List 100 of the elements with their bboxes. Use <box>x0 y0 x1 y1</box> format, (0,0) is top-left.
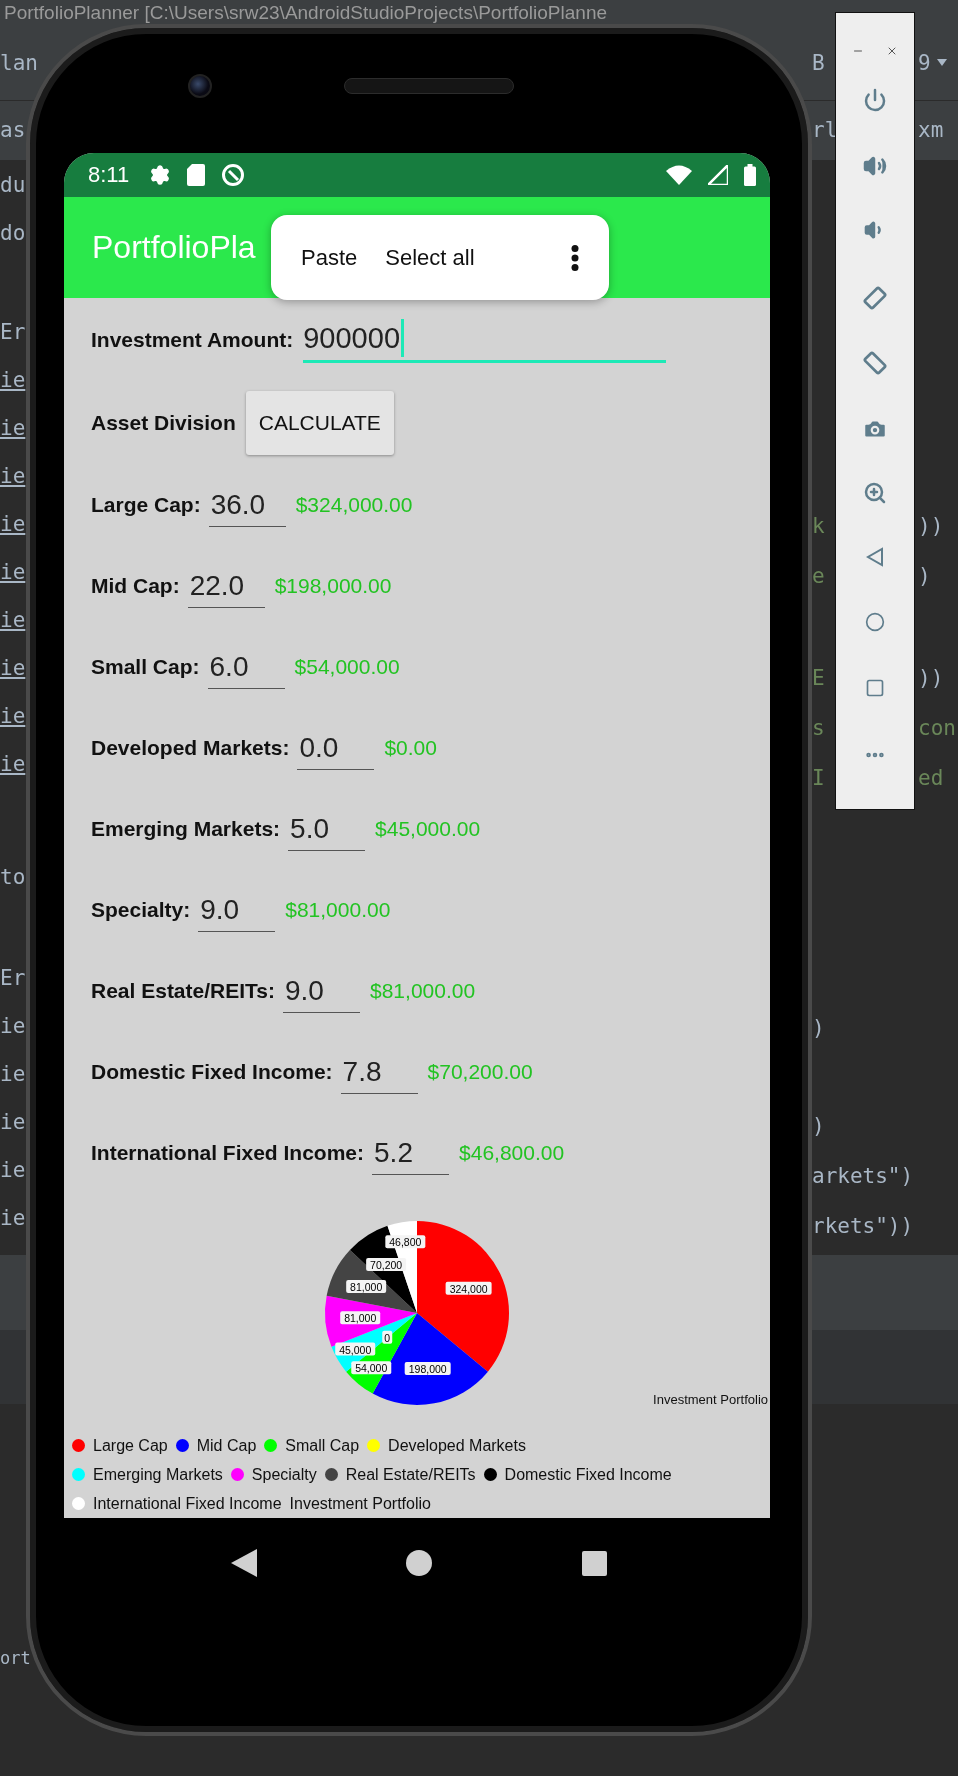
asset-label: Domestic Fixed Income: <box>91 1060 333 1085</box>
legend-label: Small Cap <box>285 1436 360 1455</box>
camera-lens <box>188 73 212 98</box>
code-fragment: k <box>812 513 825 538</box>
asset-amount: $54,000.00 <box>294 655 400 680</box>
code-fragment: e <box>812 563 825 588</box>
code-fragment: ed <box>918 767 944 789</box>
code-fragment: ie <box>0 369 26 391</box>
code-fragment: ie <box>0 753 26 775</box>
code-fragment: ie <box>0 705 26 727</box>
asset-amount: $45,000.00 <box>375 817 481 842</box>
percent-field[interactable]: 36.0 <box>208 483 286 528</box>
data-label: 70,200 <box>366 1258 407 1272</box>
code-fragment: ie <box>0 417 26 439</box>
asset-amount: $324,000.00 <box>295 493 413 518</box>
home-icon[interactable] <box>865 612 885 633</box>
percent-field[interactable]: 9.0 <box>198 888 276 933</box>
power-icon[interactable] <box>863 88 887 113</box>
code-fragment: ie <box>0 609 26 631</box>
legend-label: Emerging Markets <box>93 1465 223 1484</box>
code-fragment: ie <box>0 1015 26 1037</box>
code-fragment: arkets") <box>812 1165 914 1187</box>
asset-amount: $198,000.00 <box>274 574 392 599</box>
toolbar-text: B <box>812 50 825 75</box>
code-fragment: rkets")) <box>812 1215 914 1237</box>
wifi-icon <box>666 164 692 185</box>
app-title: PortfolioPla <box>92 228 256 266</box>
data-label: 81,000 <box>346 1280 387 1294</box>
asset-label: Emerging Markets: <box>91 817 281 842</box>
legend-label: Developed Markets <box>388 1436 526 1455</box>
code-fragment: ) <box>918 565 931 587</box>
legend-label: Real Estate/REITs <box>345 1465 476 1484</box>
menu-item[interactable]: Paste <box>291 236 368 279</box>
tab-label: as <box>0 118 26 142</box>
back-icon[interactable] <box>866 546 884 567</box>
legend-caption: Investment Portfolio <box>289 1494 431 1513</box>
data-label: 81,000 <box>340 1311 381 1325</box>
field-label: Investment Amount: <box>91 327 294 352</box>
signal-icon <box>708 164 728 185</box>
percent-field[interactable]: 5.2 <box>372 1131 450 1176</box>
dropdown-caret-icon <box>936 59 947 67</box>
zoom-icon[interactable] <box>863 481 887 506</box>
legend-label: International Fixed Income <box>93 1494 282 1513</box>
percent-field[interactable]: 6.0 <box>207 645 285 690</box>
percent-field[interactable]: 5.0 <box>288 807 366 852</box>
data-label: 0 <box>382 1330 393 1344</box>
section-label: Asset Division <box>91 411 236 436</box>
percent-field[interactable]: 7.8 <box>340 1050 418 1095</box>
code-fragment: ie <box>0 561 26 583</box>
toolbar-text: 9 <box>918 52 931 74</box>
code-fragment: ie <box>0 1159 26 1181</box>
overview-icon[interactable] <box>865 677 885 698</box>
asset-label: Small Cap: <box>91 655 200 680</box>
code-fragment: Er <box>0 967 26 989</box>
legend-label: Large Cap <box>93 1436 168 1455</box>
code-fragment: s <box>812 715 825 740</box>
asset-label: Large Cap: <box>91 493 201 518</box>
asset-label: International Fixed Income: <box>91 1141 365 1166</box>
calculate-button[interactable]: CALCULATE <box>245 391 394 456</box>
tab-label: xm <box>918 120 944 141</box>
recents-button[interactable] <box>582 1550 608 1576</box>
data-label: 54,000 <box>351 1361 392 1375</box>
percent-field[interactable]: 22.0 <box>187 564 265 609</box>
asset-label: Specialty: <box>91 898 191 923</box>
clock: 8:11 <box>88 161 130 188</box>
text-cursor <box>401 319 404 358</box>
home-button[interactable] <box>406 1550 433 1576</box>
asset-amount: $70,200.00 <box>427 1060 533 1085</box>
gear-icon <box>149 163 172 186</box>
data-label: 46,800 <box>385 1235 426 1249</box>
code-fragment: ort <box>0 1648 31 1668</box>
asset-label: Real Estate/REITs: <box>91 979 275 1004</box>
more-options-icon[interactable] <box>571 244 579 271</box>
code-fragment: ) <box>812 1017 825 1039</box>
code-fragment: ) <box>812 1115 825 1137</box>
legend-label: Specialty <box>251 1465 317 1484</box>
code-fragment: )) <box>918 667 944 689</box>
code-fragment: Er <box>0 321 26 343</box>
code-fragment: ie <box>0 1111 26 1133</box>
code-fragment: E <box>812 665 825 690</box>
percent-field[interactable]: 9.0 <box>283 969 360 1014</box>
back-button[interactable] <box>230 1549 257 1577</box>
asset-label: Mid Cap: <box>91 574 180 599</box>
sd-card-icon <box>187 163 206 186</box>
asset-label: Developed Markets: <box>91 736 290 761</box>
code-fragment: )) <box>918 515 944 537</box>
legend-label: Mid Cap <box>196 1436 257 1455</box>
percent-field[interactable]: 0.0 <box>297 726 375 771</box>
code-fragment: ie <box>0 1063 26 1085</box>
asset-amount: $0.00 <box>384 736 437 761</box>
code-fragment: do <box>0 222 26 244</box>
window-title: PortfolioPlanner [C:\Users\srw23\AndroidStudioProjects\PortfolioPlanne <box>4 2 608 24</box>
code-fragment: to <box>0 866 26 888</box>
asset-amount: $46,800.00 <box>459 1141 565 1166</box>
menu-item[interactable]: Select all <box>375 236 485 279</box>
investment-amount-field[interactable]: 900000 <box>303 316 667 363</box>
tab-label: rl <box>812 118 838 142</box>
legend-label: Domestic Fixed Income <box>504 1465 672 1484</box>
code-fragment: ie <box>0 1207 26 1229</box>
asset-amount: $81,000.00 <box>285 898 391 923</box>
